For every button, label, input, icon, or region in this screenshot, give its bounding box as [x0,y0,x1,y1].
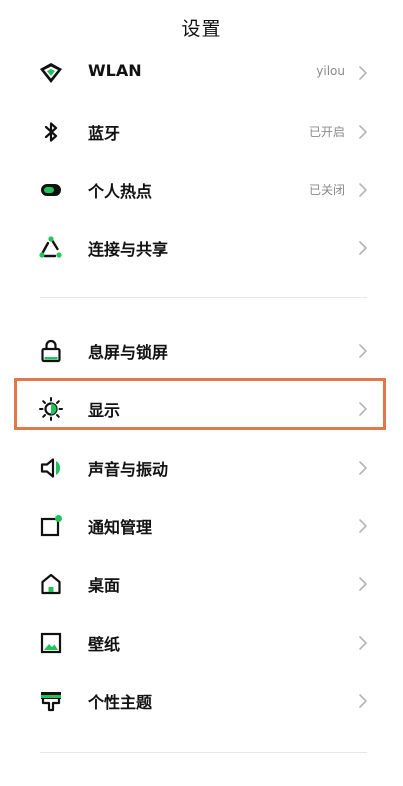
chevron-right-icon [357,180,369,200]
chevron-right-icon [357,238,369,258]
section-divider [40,752,367,753]
settings-item-connection-sharing[interactable]: 连接与共享 [0,223,403,273]
selection-highlight-box [14,378,386,430]
settings-item-hotspot[interactable]: 个人热点 已关闭 [0,165,403,215]
settings-item-notifications[interactable]: 通知管理 [0,501,403,551]
settings-item-label: 桌面 [88,576,121,595]
settings-item-label: 息屏与锁屏 [88,343,169,362]
settings-item-label: 蓝牙 [88,124,121,143]
bluetooth-icon [38,119,64,145]
theme-icon [38,688,64,714]
chevron-right-icon [357,574,369,594]
home-icon [38,571,64,597]
chevron-right-icon [357,458,369,478]
share-icon [38,235,64,261]
settings-item-theme[interactable]: 个性主题 [0,676,403,726]
settings-item-value: 已开启 [308,125,345,139]
chevron-right-icon [357,122,369,142]
settings-item-wallpaper[interactable]: 壁纸 [0,618,403,668]
settings-item-label: 声音与振动 [88,460,169,479]
chevron-right-icon [357,341,369,361]
chevron-right-icon [357,691,369,711]
chevron-right-icon [357,516,369,536]
chevron-right-icon [357,633,369,653]
notification-icon [38,513,64,539]
settings-item-value: yilou [316,64,345,78]
settings-item-label: 通知管理 [88,518,153,537]
settings-item-label: 壁纸 [88,635,121,654]
hotspot-icon [38,177,64,203]
settings-item-desktop[interactable]: 桌面 [0,559,403,609]
settings-item-value: 已关闭 [308,183,345,197]
settings-item-label: 连接与共享 [88,240,169,259]
settings-item-wlan[interactable]: WLAN yilou [0,48,403,98]
wifi-icon [38,60,64,86]
settings-item-label: 个人热点 [88,182,153,201]
chevron-right-icon [357,63,369,83]
settings-item-sound[interactable]: 声音与振动 [0,443,403,493]
settings-item-label: 个性主题 [88,693,153,712]
section-divider [40,297,367,298]
settings-item-lockscreen[interactable]: 息屏与锁屏 [0,326,403,376]
wallpaper-icon [38,630,64,656]
speaker-icon [38,455,64,481]
header: 设置 [0,0,403,54]
page-title: 设置 [181,18,222,40]
lock-icon [38,338,64,364]
settings-item-label: WLAN [88,61,142,80]
settings-item-bluetooth[interactable]: 蓝牙 已开启 [0,107,403,157]
